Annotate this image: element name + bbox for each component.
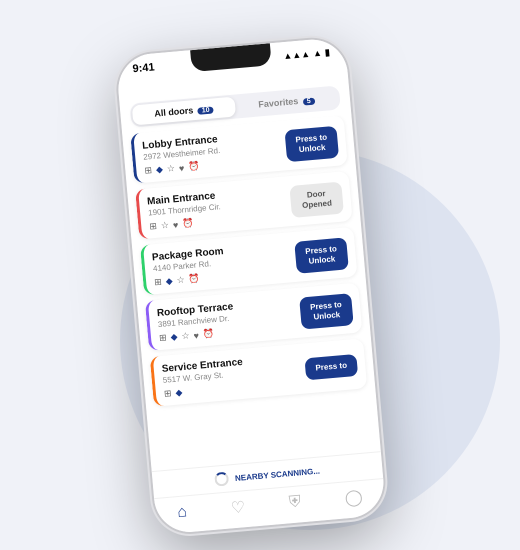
qr-icon: ⊞ [144,165,152,177]
screen: 9:41 ▲▲▲ ▲ ▮ All doors 10 Favorites 5 [115,37,386,535]
door-list: Lobby Entrance 2972 Westheimer Rd. ⊞ ◆ ☆… [122,114,381,471]
nav-shield-icon[interactable]: ⛨ [288,493,302,512]
tab-favorites[interactable]: Favorites 5 [234,88,338,117]
door-info-service: Service Entrance 5517 W. Gray St. ⊞ ◆ [161,351,307,399]
scanning-label: NEARBY SCANNING... [235,466,321,482]
signal-icon: ▲▲▲ [283,49,311,61]
key-icon: ♥ [172,219,178,229]
wifi-icon: ☆ [181,330,190,342]
qr-icon: ⊞ [149,221,157,233]
door-info-package: Package Room 4140 Parker Rd. ⊞ ◆ ☆ ⏰ [152,240,298,288]
time-icon: ⏰ [188,161,200,173]
tab-all-doors[interactable]: All doors 10 [132,97,236,126]
door-card-service[interactable]: Service Entrance 5517 W. Gray St. ⊞ ◆ Pr… [150,338,368,406]
bluetooth-icon: ◆ [170,331,178,343]
door-info-rooftop: Rooftop Terrace 3891 Ranchview Dr. ⊞ ◆ ☆… [156,296,302,344]
door-info-lobby: Lobby Entrance 2972 Westheimer Rd. ⊞ ◆ ☆… [142,128,288,176]
qr-icon: ⊞ [164,388,172,400]
qr-icon: ⊞ [154,277,162,289]
unlock-button-lobby[interactable]: Press toUnlock [284,125,339,162]
bluetooth-icon: ◆ [175,387,183,399]
nav-heart-icon[interactable]: ♡ [230,497,246,518]
unlock-button-package[interactable]: Press toUnlock [294,237,349,274]
nav-person-icon[interactable]: ◯ [344,487,364,508]
wifi-icon: ▲ [313,48,323,59]
tab-all-doors-badge: 10 [198,106,214,114]
qr-icon: ⊞ [159,332,167,344]
status-icons: ▲▲▲ ▲ ▮ [283,47,330,62]
time-icon: ⏰ [202,328,214,340]
wifi-icon: ☆ [160,220,169,232]
unlock-button-service[interactable]: Press to [304,354,358,381]
tab-favorites-label: Favorites [258,96,299,109]
tab-favorites-badge: 5 [303,98,315,106]
status-time: 9:41 [132,61,155,75]
nav-home-icon[interactable]: ⌂ [177,503,188,522]
wifi-icon: ☆ [176,275,185,287]
door-opened-button-main[interactable]: DoorOpened [289,181,344,218]
wifi-icon: ☆ [166,163,175,175]
scan-spinner [214,472,229,487]
unlock-button-rooftop[interactable]: Press toUnlock [299,293,354,330]
door-info-main: Main Entrance 1901 Thornridge Cir. ⊞ ☆ ♥… [147,184,293,232]
time-icon: ⏰ [188,273,200,285]
bluetooth-icon: ◆ [165,276,173,288]
time-icon: ⏰ [182,218,194,230]
key-icon: ♥ [193,330,199,340]
key-icon: ♥ [178,163,184,173]
bluetooth-icon: ◆ [156,164,164,176]
battery-icon: ▮ [324,47,330,58]
phone-shell: 9:41 ▲▲▲ ▲ ▮ All doors 10 Favorites 5 [115,37,386,535]
tab-all-doors-label: All doors [154,105,194,118]
